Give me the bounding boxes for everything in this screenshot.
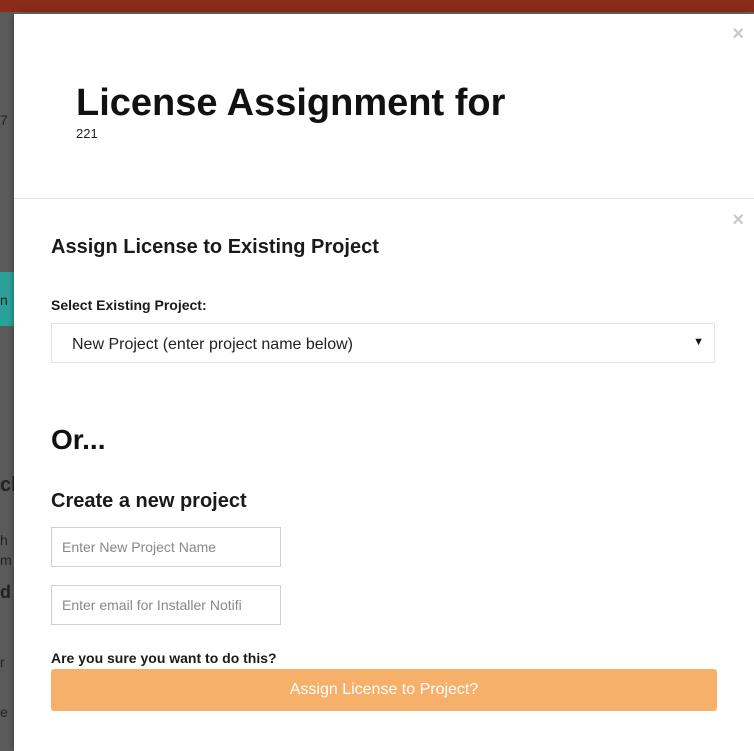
modal-subtitle: 221 <box>76 126 98 141</box>
caret-down-icon: ▼ <box>693 336 704 348</box>
project-select[interactable]: New Project (enter project name below) ▼ <box>51 323 715 363</box>
backdrop-fragment: m <box>0 552 12 568</box>
installer-email-input[interactable] <box>51 585 281 625</box>
or-heading: Or... <box>51 424 106 455</box>
modal-header: × License Assignment for 221 <box>14 14 754 199</box>
license-assignment-modal: × License Assignment for 221 × Assign Li… <box>14 14 754 751</box>
assign-existing-title: Assign License to Existing Project <box>51 236 379 258</box>
select-existing-label: Select Existing Project: <box>51 297 207 313</box>
backdrop-fragment: n <box>0 292 8 308</box>
backdrop-fragment: e <box>0 704 8 720</box>
project-name-input[interactable] <box>51 527 281 567</box>
create-project-title: Create a new project <box>51 490 247 512</box>
top-bar <box>0 0 754 12</box>
confirm-question: Are you sure you want to do this? <box>51 650 277 666</box>
backdrop-fragment: cl <box>0 474 14 496</box>
assign-license-button[interactable]: Assign License to Project? <box>51 669 717 711</box>
modal-title: License Assignment for <box>76 82 506 124</box>
backdrop-fragment: 7 <box>0 112 8 128</box>
close-icon[interactable]: × <box>732 210 744 230</box>
close-icon[interactable]: × <box>732 24 744 44</box>
project-select-value: New Project (enter project name below) <box>72 336 354 353</box>
backdrop-fragment: h <box>0 532 8 548</box>
backdrop-fragment: d <box>0 582 11 602</box>
backdrop-fragment: r <box>0 654 5 670</box>
